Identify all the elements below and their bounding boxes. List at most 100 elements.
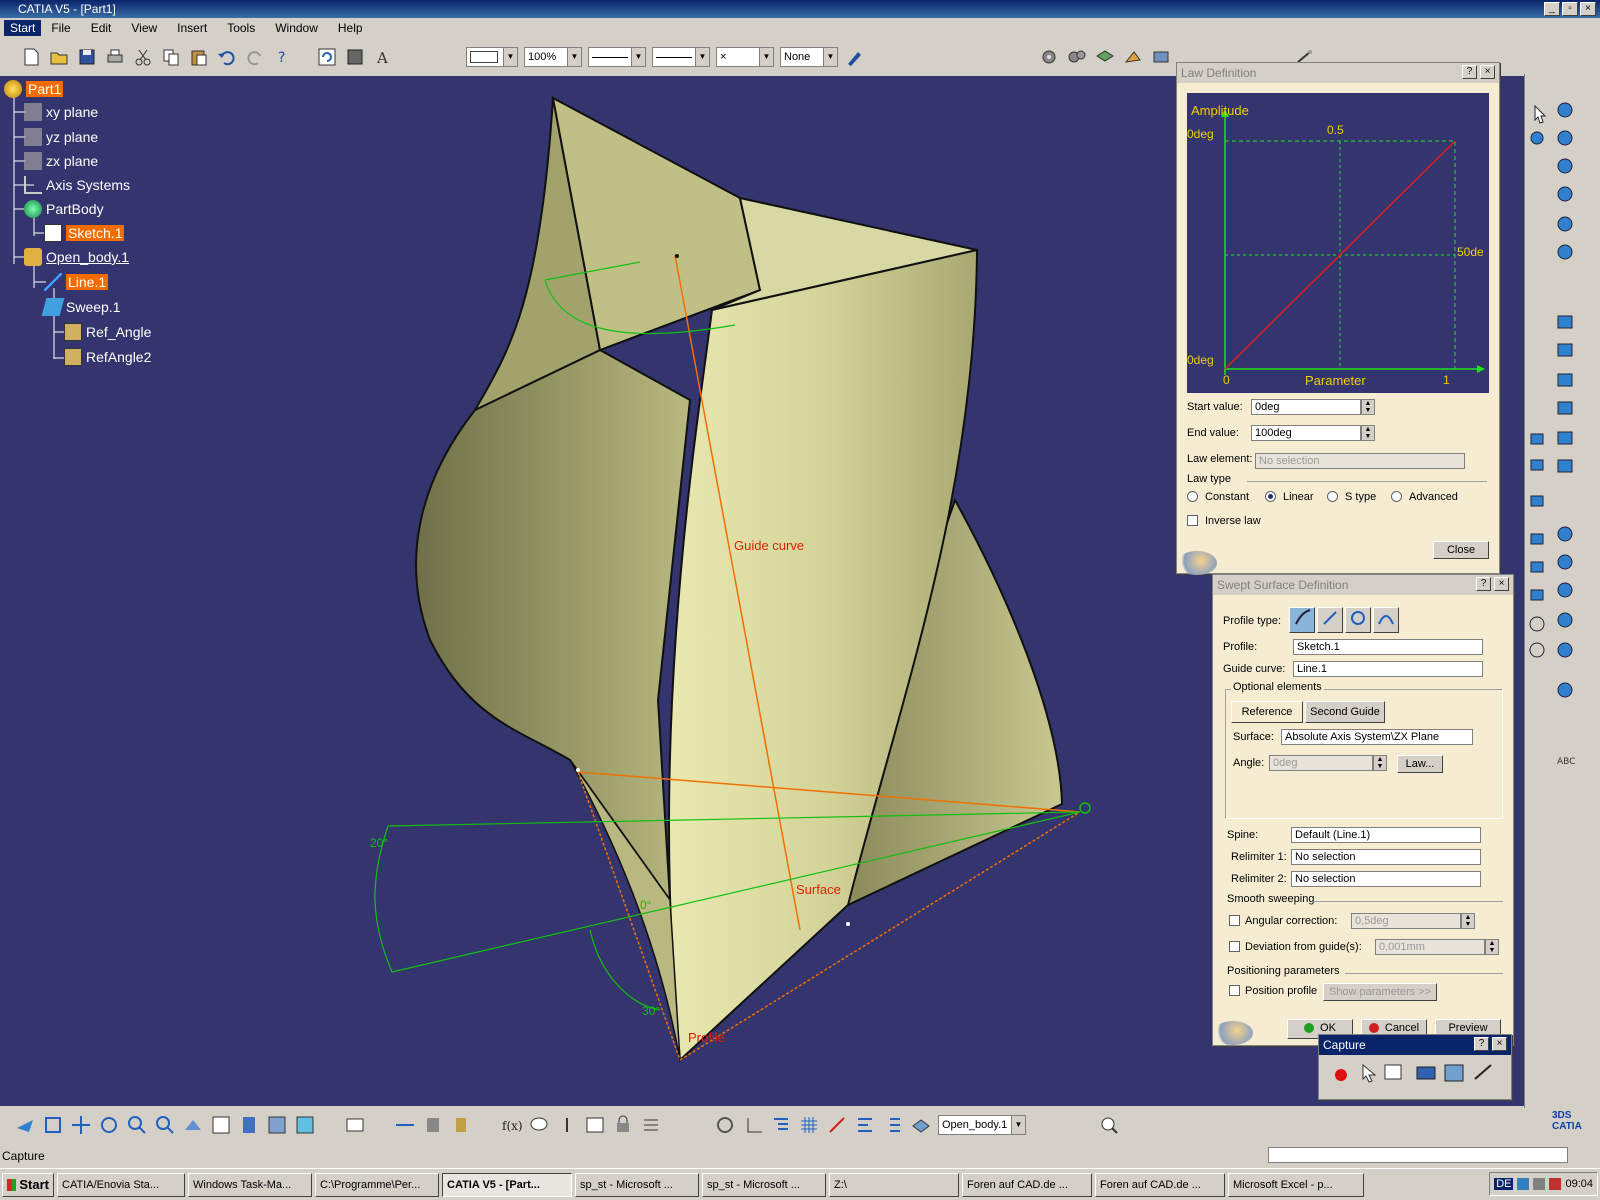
law-type-advanced-radio[interactable] bbox=[1391, 491, 1402, 502]
law-help-button[interactable]: ? bbox=[1462, 65, 1477, 79]
tree-node-ref-angle[interactable]: Ref_Angle bbox=[64, 323, 151, 341]
deviation-checkbox[interactable] bbox=[1229, 941, 1240, 952]
measure-between-icon[interactable] bbox=[394, 1114, 416, 1136]
snap-icon[interactable] bbox=[826, 1114, 848, 1136]
tree-node-xy-plane[interactable]: xy plane bbox=[24, 103, 98, 121]
formula-icon[interactable]: f(x) bbox=[500, 1114, 523, 1136]
comment-icon[interactable] bbox=[528, 1114, 550, 1136]
pan-icon[interactable] bbox=[70, 1114, 92, 1136]
redo-icon[interactable] bbox=[244, 46, 266, 68]
point-type-combo[interactable]: × ▼ bbox=[716, 47, 774, 67]
law-type-linear-radio[interactable] bbox=[1265, 491, 1276, 502]
task-item-1[interactable]: Windows Task-Ma... bbox=[188, 1172, 312, 1197]
task-item-4[interactable]: sp_st - Microsoft ... bbox=[575, 1172, 699, 1197]
tray-antivirus-icon[interactable] bbox=[1549, 1178, 1562, 1190]
print-icon[interactable] bbox=[104, 46, 126, 68]
table-icon[interactable] bbox=[584, 1114, 606, 1136]
menu-edit[interactable]: Edit bbox=[81, 21, 122, 35]
angle-spinner[interactable]: ▲ ▼ bbox=[1373, 755, 1387, 771]
profile-type-explicit-icon[interactable] bbox=[1289, 607, 1315, 633]
angular-correction-checkbox[interactable] bbox=[1229, 915, 1240, 926]
copy-icon[interactable] bbox=[160, 46, 182, 68]
rotate-icon[interactable] bbox=[98, 1114, 120, 1136]
law-button[interactable]: Law... bbox=[1397, 755, 1443, 773]
swap-view-icon[interactable] bbox=[344, 1114, 366, 1136]
tree-node-yz-plane[interactable]: yz plane bbox=[24, 128, 98, 146]
update-icon[interactable] bbox=[316, 46, 338, 68]
gear-icon[interactable] bbox=[1038, 46, 1060, 68]
tree-node-partbody[interactable]: PartBody bbox=[24, 200, 104, 218]
deviation-input[interactable]: 0,001mm bbox=[1375, 939, 1485, 955]
menu-window[interactable]: Window bbox=[265, 21, 328, 35]
parameters-icon[interactable] bbox=[640, 1114, 662, 1136]
painter-icon[interactable] bbox=[844, 46, 866, 68]
tree-node-open-body1[interactable]: Open_body.1 bbox=[24, 248, 129, 266]
law-type-constant-radio[interactable] bbox=[1187, 491, 1198, 502]
tree-node-refangle2[interactable]: RefAngle2 bbox=[64, 348, 151, 366]
law-close-x-button[interactable]: × bbox=[1480, 65, 1495, 79]
normal-view-icon[interactable] bbox=[182, 1114, 204, 1136]
tree-node-axis-systems[interactable]: Axis Systems bbox=[24, 176, 130, 194]
gears-icon[interactable] bbox=[1066, 46, 1088, 68]
paste-icon[interactable] bbox=[188, 46, 210, 68]
hide-show-icon[interactable] bbox=[294, 1114, 316, 1136]
define-work-object-icon[interactable] bbox=[910, 1114, 932, 1136]
task-item-7[interactable]: Foren auf CAD.de ... bbox=[962, 1172, 1092, 1197]
list-icon[interactable] bbox=[882, 1114, 904, 1136]
text-icon[interactable]: A bbox=[372, 46, 394, 68]
start-button[interactable]: Start bbox=[2, 1172, 54, 1197]
minimize-button[interactable]: _ bbox=[1544, 2, 1560, 16]
save-management-icon[interactable] bbox=[344, 46, 366, 68]
show-parameters-button[interactable]: Show parameters >> bbox=[1323, 983, 1437, 1001]
start-value-input[interactable]: 0deg bbox=[1251, 399, 1361, 415]
position-profile-checkbox[interactable] bbox=[1229, 985, 1240, 996]
fit-all-icon[interactable] bbox=[42, 1114, 64, 1136]
angle-input[interactable]: 0deg bbox=[1269, 755, 1373, 771]
color-combo[interactable]: ▼ bbox=[466, 47, 518, 67]
close-window-button[interactable]: × bbox=[1580, 2, 1596, 16]
law-close-button[interactable]: Close bbox=[1433, 541, 1489, 559]
multi-view-icon[interactable] bbox=[210, 1114, 232, 1136]
tree-node-zx-plane[interactable]: zx plane bbox=[24, 152, 98, 170]
tree-node-sketch1[interactable]: Sketch.1 bbox=[44, 224, 125, 242]
tab-reference[interactable]: Reference bbox=[1231, 701, 1303, 723]
inverse-law-checkbox[interactable] bbox=[1187, 515, 1198, 526]
cut-icon[interactable] bbox=[132, 46, 154, 68]
measure-inertia-icon[interactable] bbox=[450, 1114, 472, 1136]
law-element-input[interactable]: No selection bbox=[1255, 453, 1465, 469]
task-item-2[interactable]: C:\Programme\Per... bbox=[315, 1172, 439, 1197]
profile-type-conic-icon[interactable] bbox=[1373, 607, 1399, 633]
tray-volume-icon[interactable] bbox=[1533, 1178, 1546, 1190]
undo-icon[interactable] bbox=[216, 46, 238, 68]
fly-mode-icon[interactable] bbox=[14, 1114, 36, 1136]
capture-help-button[interactable]: ? bbox=[1474, 1037, 1489, 1051]
grid-icon[interactable] bbox=[798, 1114, 820, 1136]
swept-help-button[interactable]: ? bbox=[1476, 577, 1491, 591]
zoom-out-icon[interactable] bbox=[154, 1114, 176, 1136]
save-icon[interactable] bbox=[76, 46, 98, 68]
task-item-3[interactable]: CATIA V5 - [Part... bbox=[442, 1172, 572, 1197]
spiral-icon[interactable] bbox=[714, 1114, 736, 1136]
tree-node-sweep1[interactable]: Sweep.1 bbox=[41, 298, 120, 316]
align-icon[interactable] bbox=[854, 1114, 876, 1136]
swept-close-x-button[interactable]: × bbox=[1494, 577, 1509, 591]
shading-icon[interactable] bbox=[266, 1114, 288, 1136]
profile-input[interactable]: Sketch.1 bbox=[1293, 639, 1483, 655]
angular-correction-input[interactable]: 0,5deg bbox=[1351, 913, 1461, 929]
relimiter1-input[interactable]: No selection bbox=[1291, 849, 1481, 865]
menu-insert[interactable]: Insert bbox=[167, 21, 217, 35]
knowledge-icon[interactable] bbox=[1122, 46, 1144, 68]
check-icon[interactable] bbox=[556, 1114, 578, 1136]
deviation-spinner[interactable]: ▲ ▼ bbox=[1485, 939, 1499, 955]
menu-tools[interactable]: Tools bbox=[217, 21, 265, 35]
restore-button[interactable]: ▫ bbox=[1562, 2, 1578, 16]
relimiter2-input[interactable]: No selection bbox=[1291, 871, 1481, 887]
lock-icon[interactable] bbox=[612, 1114, 634, 1136]
line-thickness-combo[interactable]: ▼ bbox=[588, 47, 646, 67]
task-item-9[interactable]: Microsoft Excel - p... bbox=[1228, 1172, 1364, 1197]
search-icon[interactable] bbox=[1098, 1114, 1120, 1136]
tab-second-guide[interactable]: Second Guide bbox=[1305, 701, 1385, 723]
angular-correction-spinner[interactable]: ▲ ▼ bbox=[1461, 913, 1475, 929]
profile-type-circle-icon[interactable] bbox=[1345, 607, 1371, 633]
layer-combo[interactable]: None ▼ bbox=[780, 47, 838, 67]
